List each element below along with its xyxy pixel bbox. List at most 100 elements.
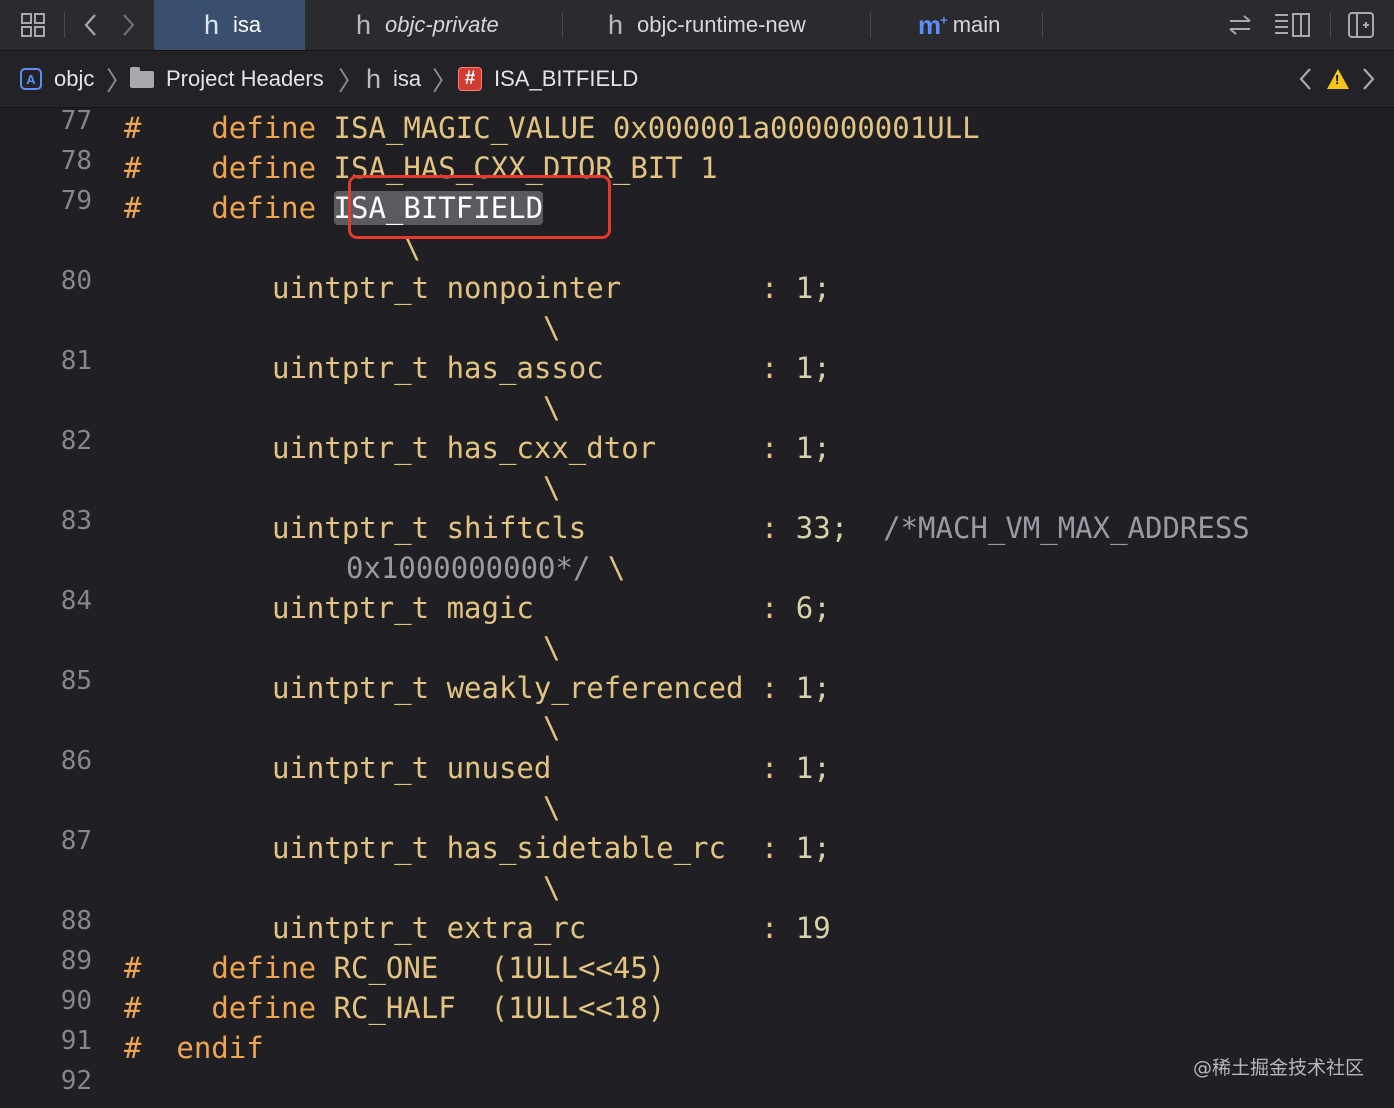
related-items-grid-icon[interactable] — [14, 0, 52, 50]
line-number: 80 — [60, 266, 92, 296]
code-line[interactable]: 90 # define RC_HALF (1ULL<<18) — [0, 986, 1394, 1028]
line-number: 79 — [60, 186, 92, 216]
forward-arrow-icon[interactable] — [115, 0, 141, 50]
code-line[interactable]: 83 uintptr_t shiftcls : 33; /*MACH_VM_MAX… — [0, 506, 1394, 548]
highlight-annotation-box — [348, 175, 611, 239]
next-issue-icon[interactable] — [1360, 51, 1376, 107]
line-number: 77 — [60, 106, 92, 136]
code-line[interactable]: \ — [0, 308, 1394, 348]
line-continuation: \ — [124, 871, 561, 905]
code-line[interactable]: \ — [0, 468, 1394, 508]
tab-main[interactable]: m+ main — [918, 0, 1038, 50]
bitfield-width: 6; — [795, 591, 831, 625]
code-text: uintptr_t nonpointer : 1; — [272, 268, 831, 308]
bitfield-declaration: uintptr_t shiftcls — [272, 511, 761, 545]
bitfield-declaration: uintptr_t has_cxx_dtor — [272, 431, 761, 465]
code-line[interactable]: \ — [0, 868, 1394, 908]
line-number: 92 — [60, 1066, 92, 1096]
add-editor-icon[interactable] — [1344, 0, 1378, 50]
code-line[interactable]: 91 # endif — [0, 1026, 1394, 1068]
code-line[interactable]: \ — [0, 788, 1394, 828]
chevron-right-icon: 〉 — [432, 65, 459, 96]
code-line[interactable]: 84 uintptr_t magic : 6; — [0, 586, 1394, 628]
warning-icon[interactable]: ! — [1327, 51, 1349, 107]
bitfield-width: 19 — [795, 911, 831, 945]
editor-options-icon[interactable] — [1270, 0, 1314, 50]
code-text: 0x1000000000*/ \ — [346, 548, 625, 588]
preprocessor-keyword: define — [211, 951, 317, 985]
header-file-icon: h — [366, 63, 382, 94]
tab-objc-private[interactable]: h objc-private — [356, 0, 556, 50]
tab-objc-runtime-new[interactable]: h objc-runtime-new — [608, 0, 858, 50]
source-editor[interactable]: 77 # define ISA_MAGIC_VALUE 0x000001a0000… — [0, 106, 1394, 1108]
header-file-icon: h — [204, 9, 220, 40]
tab-label: objc-private — [385, 12, 499, 37]
code-line[interactable]: 86 uintptr_t unused : 1; — [0, 746, 1394, 788]
code-text: \ — [124, 788, 560, 828]
bitfield-declaration: uintptr_t nonpointer — [272, 271, 761, 305]
previous-issue-icon[interactable] — [1298, 51, 1314, 107]
line-number: 83 — [60, 506, 92, 536]
breadcrumb-objc[interactable]: A objc — [20, 51, 94, 107]
code-line[interactable]: \ — [0, 708, 1394, 748]
code-line[interactable]: 88 uintptr_t extra_rc : 19 — [0, 906, 1394, 948]
back-arrow-icon[interactable] — [78, 0, 104, 50]
editor-tab-bar: h isa h objc-private h objc-runtime-new … — [0, 0, 1394, 51]
code-line[interactable]: \ — [0, 228, 1394, 268]
breadcrumb-project-headers[interactable]: Project Headers — [130, 51, 324, 107]
code-line[interactable]: 85 uintptr_t weakly_referenced : 1; — [0, 666, 1394, 708]
swap-arrows-icon[interactable] — [1224, 0, 1256, 50]
breadcrumb-label: objc — [54, 66, 95, 91]
breadcrumb-isa[interactable]: h isa — [366, 51, 421, 107]
line-continuation: \ — [124, 311, 561, 345]
breadcrumb-label: ISA_BITFIELD — [494, 66, 639, 91]
code-text: uintptr_t weakly_referenced : 1; — [272, 668, 831, 708]
line-continuation: \ — [124, 391, 561, 425]
code-text: uintptr_t magic : 6; — [272, 588, 831, 628]
code-line[interactable]: 89 # define RC_ONE (1ULL<<45) — [0, 946, 1394, 988]
code-text: uintptr_t unused : 1; — [272, 748, 831, 788]
tab-isa[interactable]: h isa — [154, 0, 305, 50]
code-text: \ — [124, 468, 560, 508]
code-line[interactable]: 0x1000000000*/ \ — [0, 548, 1394, 588]
bitfield-width: 1; — [795, 831, 831, 865]
header-file-icon: h — [356, 9, 372, 40]
breadcrumb-label: isa — [393, 66, 422, 91]
breadcrumb-isa-bitfield[interactable]: # ISA_BITFIELD — [458, 51, 638, 107]
code-text: uintptr_t has_cxx_dtor : 1; — [272, 428, 831, 468]
bitfield-colon: : — [760, 271, 796, 305]
preprocessor-keyword: endif — [176, 1031, 264, 1065]
code-line[interactable]: 82 uintptr_t has_cxx_dtor : 1; — [0, 426, 1394, 468]
tab-label: objc-runtime-new — [637, 12, 806, 37]
watermark: @稀土掘金技术社区 — [1192, 1057, 1364, 1079]
code-line[interactable]: \ — [0, 388, 1394, 428]
objc-source-file-icon: m+ — [918, 9, 948, 40]
bitfield-colon: : — [760, 591, 796, 625]
code-line[interactable]: 92 — [0, 1066, 1394, 1108]
line-number: 91 — [60, 1026, 92, 1056]
code-line[interactable]: 79 # define ISA_BITFIELD — [0, 186, 1394, 228]
code-text: # define RC_HALF (1ULL<<18) — [124, 988, 665, 1028]
code-line[interactable]: 80 uintptr_t nonpointer : 1; — [0, 266, 1394, 308]
line-number: 85 — [60, 666, 92, 696]
bitfield-width: 1; — [795, 671, 831, 705]
bitfield-declaration: uintptr_t has_assoc — [272, 351, 761, 385]
code-line[interactable]: 78 # define ISA_HAS_CXX_DTOR_BIT 1 — [0, 146, 1394, 188]
bitfield-colon: : — [760, 671, 796, 705]
bitfield-width: 33; — [795, 511, 849, 545]
code-text: uintptr_t has_sidetable_rc : 1; — [272, 828, 831, 868]
bitfield-colon: : — [760, 751, 796, 785]
macro-hash-icon: # — [458, 67, 482, 91]
code-line[interactable]: 81 uintptr_t has_assoc : 1; — [0, 346, 1394, 388]
preprocessor-hash: # — [124, 191, 142, 225]
folder-icon — [130, 66, 154, 88]
code-line[interactable]: \ — [0, 628, 1394, 668]
preprocessor-hash: # — [124, 1031, 142, 1065]
code-line[interactable]: 77 # define ISA_MAGIC_VALUE 0x000001a0000… — [0, 106, 1394, 148]
bitfield-declaration: uintptr_t extra_rc — [272, 911, 761, 945]
code-line[interactable]: 87 uintptr_t has_sidetable_rc : 1; — [0, 826, 1394, 868]
